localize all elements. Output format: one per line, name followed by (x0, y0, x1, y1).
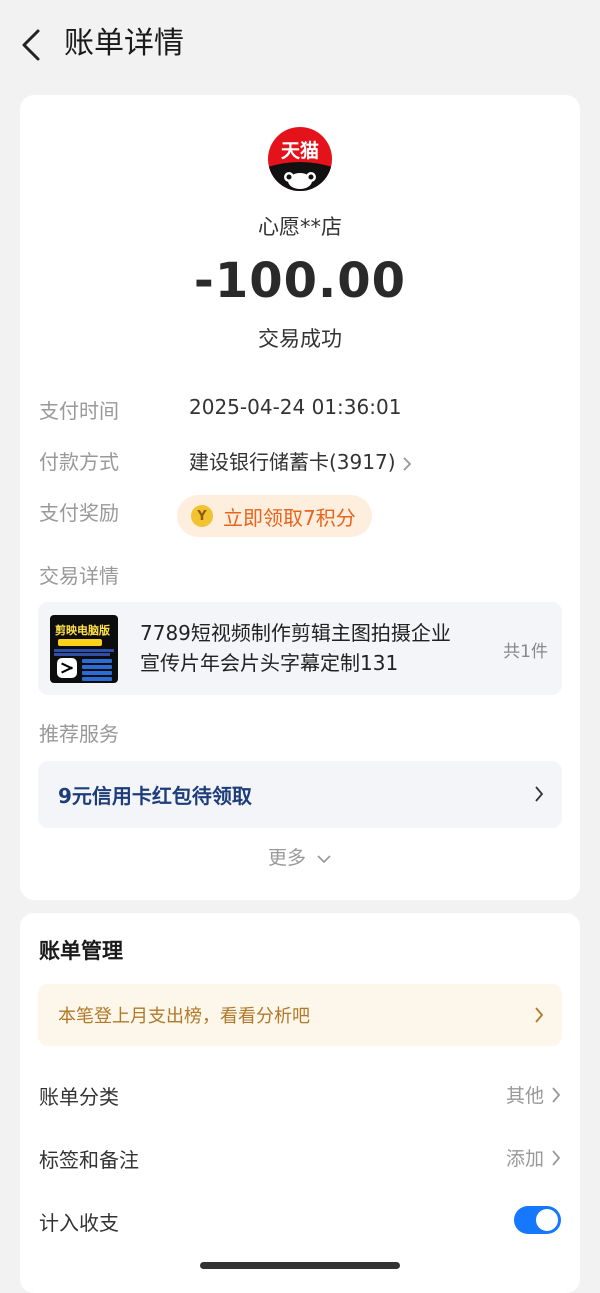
recommend-label: 推荐服务 (39, 722, 119, 746)
chevron-left-icon[interactable] (18, 28, 48, 62)
chevron-right-icon (535, 786, 544, 802)
toggle-knob (536, 1209, 558, 1231)
product-item[interactable]: 剪映电脑版 7789短视频制作剪辑主图拍摄企业宣传片年会片头字幕定制131 共1… (38, 602, 562, 695)
claim-points-label: 立即领取7积分 (223, 505, 356, 530)
reward-label: 支付奖励 (39, 501, 119, 525)
more-button[interactable]: 更多 (20, 843, 580, 870)
transaction-status: 交易成功 (258, 327, 342, 351)
thumbnail-badge (58, 639, 102, 646)
tags-value: 添加 (505, 1148, 544, 1170)
product-thumbnail: 剪映电脑版 (50, 615, 118, 683)
credit-card-promo[interactable]: 9元信用卡红包待领取 (38, 761, 562, 828)
bill-management-title: 账单管理 (39, 939, 123, 963)
home-indicator[interactable] (200, 1262, 400, 1269)
tags-label: 标签和备注 (39, 1148, 139, 1172)
thumbnail-line (54, 653, 110, 656)
claim-points-button[interactable]: Y 立即领取7积分 (177, 495, 372, 537)
chevron-right-icon (552, 1149, 561, 1166)
pay-time-label: 支付时间 (39, 399, 119, 423)
chevron-down-icon (317, 855, 331, 864)
category-selector[interactable]: 其他 (506, 1081, 562, 1108)
tmall-logo: 天猫 (268, 127, 332, 191)
spending-insight-banner[interactable]: 本笔登上月支出榜，看看分析吧 (38, 984, 562, 1046)
pay-time-value: 2025-04-24 01:36:01 (189, 395, 402, 419)
capcut-icon (57, 658, 77, 678)
chevron-right-icon (402, 456, 411, 471)
bill-management-card: 账单管理 本笔登上月支出榜，看看分析吧 账单分类 其他 标签和备注 添加 计入收… (20, 913, 580, 1293)
pay-method-value[interactable]: 建设银行储蓄卡(3917) (189, 446, 412, 475)
page-title: 账单详情 (64, 26, 184, 61)
top-bar: 账单详情 (0, 0, 600, 90)
product-name: 7789短视频制作剪辑主图拍摄企业宣传片年会片头字幕定制131 (140, 621, 451, 675)
thumbnail-title: 剪映电脑版 (55, 624, 110, 637)
thumbnail-tag (82, 659, 112, 663)
thumbnail-tag (82, 665, 112, 669)
merchant-name: 心愿**店 (258, 215, 342, 239)
product-count: 共1件 (503, 642, 548, 662)
thumbnail-tag (82, 677, 112, 681)
include-in-budget-toggle[interactable] (514, 1206, 561, 1234)
thumbnail-line (54, 649, 114, 652)
category-label: 账单分类 (39, 1085, 119, 1109)
pay-method-text: 建设银行储蓄卡(3917) (189, 450, 396, 474)
insight-text: 本笔登上月支出榜，看看分析吧 (58, 1006, 310, 1027)
add-tags-button[interactable]: 添加 (506, 1144, 562, 1171)
promo-text: 9元信用卡红包待领取 (58, 784, 252, 808)
trade-detail-label: 交易详情 (39, 564, 119, 588)
coin-icon: Y (191, 505, 213, 527)
more-label: 更多 (267, 847, 306, 869)
category-value: 其他 (505, 1085, 544, 1107)
tmall-logo-text: 天猫 (281, 139, 319, 162)
include-label: 计入收支 (39, 1211, 119, 1235)
chevron-right-icon (552, 1086, 561, 1103)
bill-summary-card: 天猫 心愿**店 -100.00 交易成功 支付时间 2025-04-24 01… (20, 95, 580, 900)
thumbnail-tag (82, 671, 112, 675)
pay-method-label: 付款方式 (39, 450, 119, 474)
amount: -100.00 (193, 253, 407, 309)
chevron-right-icon (535, 1007, 544, 1023)
